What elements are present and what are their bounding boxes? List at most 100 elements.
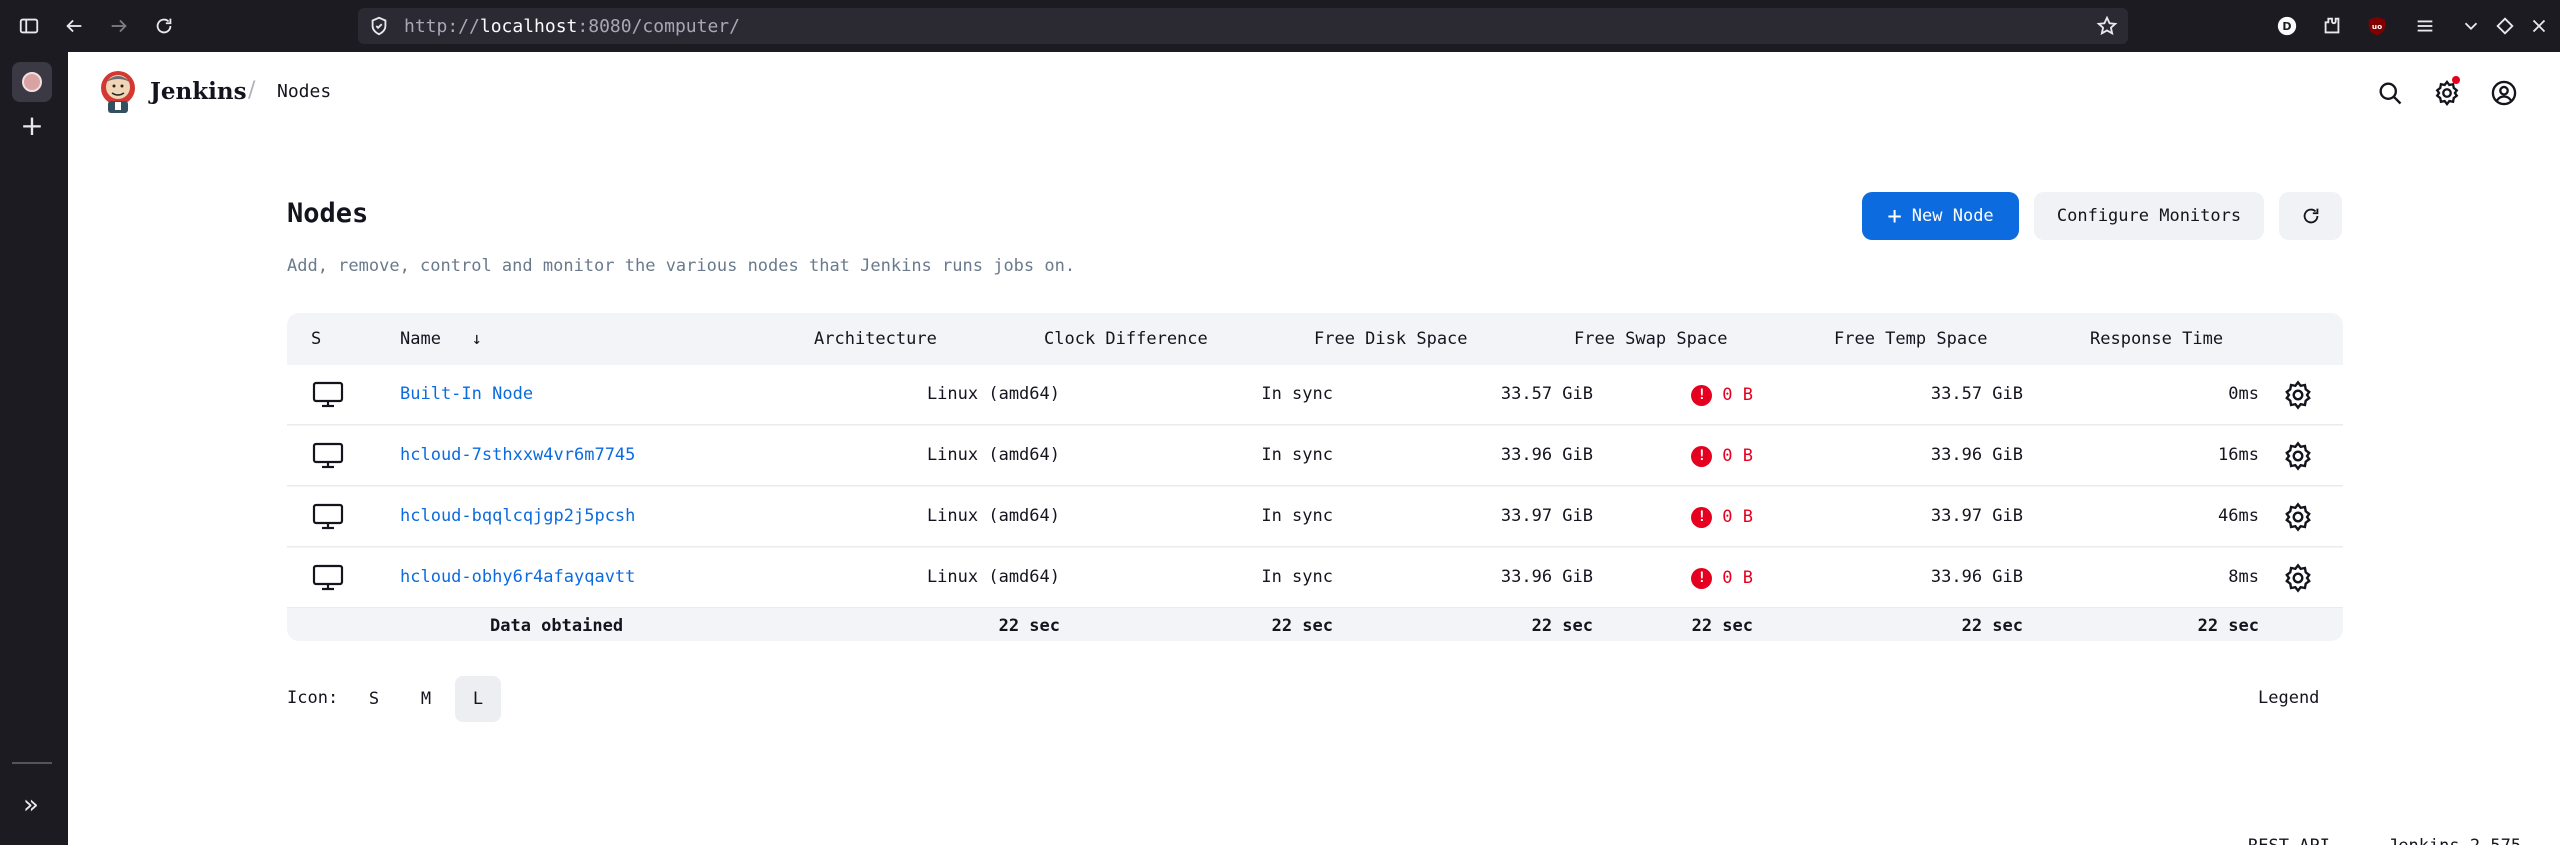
node-clock-difference: In sync <box>1261 445 1333 465</box>
column-free-temp-space[interactable]: Free Temp Space <box>1834 329 1988 349</box>
menu-icon[interactable] <box>2412 13 2438 39</box>
node-clock-difference: In sync <box>1261 506 1333 526</box>
rest-api-link[interactable]: REST API <box>2248 836 2330 845</box>
forward-icon[interactable] <box>106 13 132 39</box>
breadcrumb[interactable]: Nodes <box>277 81 331 102</box>
computer-icon <box>312 442 344 470</box>
node-free-swap-value: 0 B <box>1722 507 1753 527</box>
profile-icon[interactable]: D <box>2274 13 2300 39</box>
ublock-icon[interactable]: uo <box>2364 13 2390 39</box>
jenkins-page: Jenkins / Nodes Nodes Add, remove, contr… <box>68 52 2560 845</box>
column-name[interactable]: Name ↓ <box>400 329 482 349</box>
node-name-link[interactable]: hcloud-7sthxxw4vr6m7745 <box>400 445 635 465</box>
url-text: http://localhost:8080/computer/ <box>404 16 740 37</box>
page-subtitle: Add, remove, control and monitor the var… <box>287 256 1076 276</box>
node-free-disk: 33.96 GiB <box>1500 567 1593 587</box>
node-free-temp: 33.97 GiB <box>1930 506 2023 526</box>
column-status[interactable]: S <box>311 329 321 349</box>
data-obtained-disk: 22 sec <box>1531 616 1593 636</box>
node-free-swap-value: 0 B <box>1722 568 1753 588</box>
page-header: Jenkins / Nodes <box>68 52 2560 134</box>
node-free-temp: 33.57 GiB <box>1930 384 2023 404</box>
close-icon[interactable] <box>2526 13 2552 39</box>
refresh-icon <box>2303 208 2318 224</box>
diamond-icon[interactable] <box>2492 13 2518 39</box>
node-name-link[interactable]: Built-In Node <box>400 384 533 404</box>
node-free-swap-value: 0 B <box>1722 385 1753 405</box>
svg-text:D: D <box>2282 20 2291 33</box>
plus-icon: + <box>1887 202 1902 230</box>
computer-icon <box>312 503 344 531</box>
brand-name[interactable]: Jenkins <box>150 78 247 105</box>
gear-icon[interactable] <box>2282 501 2314 533</box>
data-obtained-temp: 22 sec <box>1961 616 2023 636</box>
table-row: hcloud-7sthxxw4vr6m7745 Linux (amd64) In s… <box>287 426 2343 486</box>
node-clock-difference: In sync <box>1261 567 1333 587</box>
table-row: hcloud-bqqlcqjgp2j5pcsh Linux (amd64) In s… <box>287 487 2343 547</box>
node-name-link[interactable]: hcloud-bqqlcqjgp2j5pcsh <box>400 506 635 526</box>
url-bar[interactable]: http://localhost:8080/computer/ <box>358 8 2128 44</box>
node-free-disk: 33.97 GiB <box>1500 506 1593 526</box>
warning-icon: ! <box>1691 567 1713 589</box>
table-row: hcloud-obhy6r4afayqavtt Linux (amd64) In s… <box>287 548 2343 608</box>
node-free-swap: ! 0 B <box>1691 384 1753 406</box>
column-architecture[interactable]: Architecture <box>814 329 937 349</box>
data-obtained-swap: 22 sec <box>1691 616 1753 636</box>
node-free-swap: ! 0 B <box>1691 567 1753 589</box>
warning-icon: ! <box>1691 384 1713 406</box>
column-free-disk-space[interactable]: Free Disk Space <box>1314 329 1468 349</box>
sort-arrow-icon: ↓ <box>471 329 482 349</box>
icon-size-m[interactable]: M <box>403 676 449 722</box>
plus-icon[interactable]: + <box>18 112 46 140</box>
icon-size-label: Icon: <box>287 688 339 708</box>
chevron-down-icon[interactable] <box>2458 13 2484 39</box>
nodes-table: S Name ↓ Architecture Clock Difference F… <box>287 313 2343 641</box>
icon-size-l[interactable]: L <box>455 676 501 722</box>
computer-icon <box>312 564 344 592</box>
node-free-swap: ! 0 B <box>1691 445 1753 467</box>
node-free-swap: ! 0 B <box>1691 506 1753 528</box>
expand-icon[interactable]: » <box>16 790 46 820</box>
node-response-time: 46ms <box>2218 506 2259 526</box>
gear-icon[interactable] <box>2282 440 2314 472</box>
gear-icon[interactable] <box>2282 562 2314 594</box>
star-icon[interactable] <box>2096 15 2118 37</box>
computer-icon <box>312 381 344 409</box>
warning-icon: ! <box>1691 506 1713 528</box>
jenkins-logo[interactable] <box>98 68 138 116</box>
new-node-button[interactable]: + New Node <box>1862 192 2019 240</box>
refresh-button[interactable] <box>2279 192 2342 240</box>
column-name-label: Name <box>400 329 441 349</box>
user-icon[interactable] <box>2488 77 2520 109</box>
back-icon[interactable] <box>61 13 87 39</box>
node-name-link[interactable]: hcloud-obhy6r4afayqavtt <box>400 567 635 587</box>
shield-icon[interactable] <box>368 15 390 37</box>
gear-icon[interactable] <box>2282 379 2314 411</box>
configure-monitors-button[interactable]: Configure Monitors <box>2034 192 2264 240</box>
extensions-icon[interactable] <box>2319 13 2345 39</box>
search-icon[interactable] <box>2374 77 2406 109</box>
reload-icon[interactable] <box>151 13 177 39</box>
node-architecture: Linux (amd64) <box>926 384 1060 404</box>
icon-size-s[interactable]: S <box>351 676 397 722</box>
sidebar-toggle-icon[interactable] <box>16 13 42 39</box>
page-title: Nodes <box>287 198 369 229</box>
legend-link[interactable]: Legend <box>2258 688 2319 708</box>
node-architecture: Linux (amd64) <box>926 445 1060 465</box>
node-free-swap-value: 0 B <box>1722 446 1753 466</box>
node-architecture: Linux (amd64) <box>926 506 1060 526</box>
data-obtained-label: Data obtained <box>490 616 624 636</box>
browser-toolbar: http://localhost:8080/computer/ D uo <box>0 0 2560 52</box>
jenkins-version[interactable]: Jenkins 2.575 <box>2388 836 2521 845</box>
column-free-swap-space[interactable]: Free Swap Space <box>1574 329 1728 349</box>
avatar[interactable] <box>12 62 52 102</box>
divider <box>12 762 52 764</box>
table-row: Built-In Node Linux (amd64) In sync 33.57 G… <box>287 365 2343 425</box>
browser-sidebar: + » <box>0 52 68 845</box>
column-clock-difference[interactable]: Clock Difference <box>1044 329 1208 349</box>
data-obtained-clock: 22 sec <box>1271 616 1333 636</box>
column-response-time[interactable]: Response Time <box>2090 329 2223 349</box>
warning-icon: ! <box>1691 445 1713 467</box>
new-node-label: New Node <box>1911 206 1994 226</box>
node-free-temp: 33.96 GiB <box>1930 445 2023 465</box>
